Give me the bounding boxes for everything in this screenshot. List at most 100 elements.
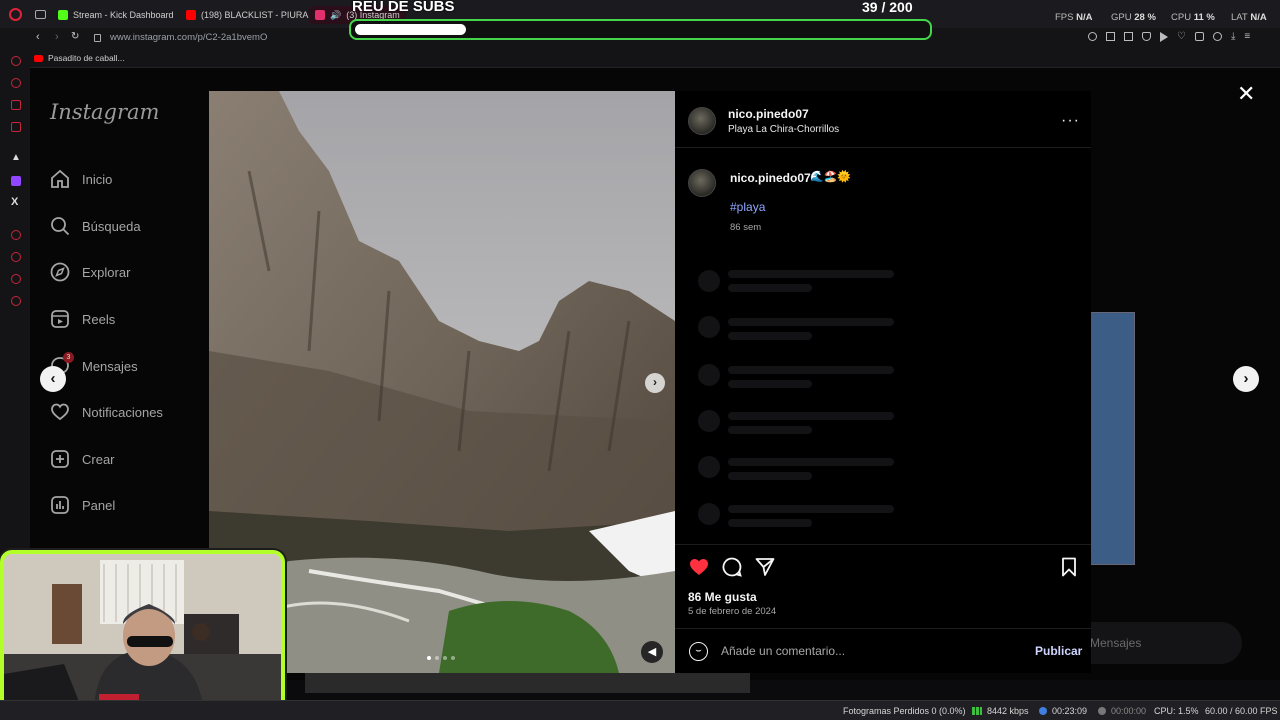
carousel-indicator [427, 656, 455, 660]
forward-icon[interactable]: › [55, 31, 59, 43]
snapshot-icon[interactable] [1124, 32, 1133, 41]
history-icon[interactable] [11, 252, 21, 262]
profile-icon[interactable] [1212, 32, 1222, 41]
mail-sidebar-icon[interactable] [11, 122, 21, 132]
cpu-value: 11 % [1193, 12, 1215, 23]
lat-stat: LAT N/A [1231, 12, 1267, 23]
background-media-strip [305, 673, 750, 693]
close-modal-icon[interactable]: ✕ [1237, 83, 1255, 105]
fps-value: N/A [1076, 12, 1093, 23]
messages-badge: 3 [63, 352, 74, 363]
bookmark-item[interactable]: Pasadito de caball... [34, 53, 125, 63]
post-location[interactable]: Playa La Chira-Chorrillos [728, 124, 839, 135]
publish-button[interactable]: Publicar [1035, 644, 1082, 658]
back-icon[interactable]: ‹ [36, 31, 40, 43]
x-icon[interactable]: X [11, 196, 18, 208]
next-post-button[interactable]: › [1233, 366, 1259, 392]
plus-square-icon [51, 450, 69, 468]
emoji-picker-icon[interactable]: ⌣ [689, 642, 708, 661]
nav-item-busqueda[interactable]: Búsqueda [50, 213, 141, 239]
opera-logo-icon[interactable] [9, 8, 22, 21]
tab-kick-dashboard[interactable]: Stream - Kick Dashboard [58, 6, 174, 24]
speed-dial-icon[interactable] [11, 56, 21, 66]
youtube-icon [34, 54, 43, 62]
player-icon[interactable] [11, 230, 21, 240]
tab-youtube-blacklist[interactable]: (198) BLACKLIST - PIURA [186, 6, 308, 24]
post-username[interactable]: nico.pinedo07 [728, 107, 809, 121]
heart-outline-icon[interactable]: ♡ [1177, 32, 1186, 42]
sub-goal-title: REU DE SUBS [352, 0, 455, 15]
like-count[interactable]: 86 Me gusta [688, 590, 757, 604]
nav-label: Panel [82, 497, 116, 513]
post-age: 86 sem [730, 222, 762, 233]
volume-icon[interactable]: ◀ [641, 641, 663, 663]
obs-status-bar: Fotogramas Perdidos 0 (0.0%) 8442 kbps 0… [0, 700, 1280, 720]
hashtag-link[interactable]: #playa [730, 200, 765, 214]
record-status-icon [1098, 707, 1106, 715]
nav-item-inicio[interactable]: Inicio [50, 166, 112, 192]
webcam-overlay [0, 550, 285, 718]
gpu-value: 28 % [1134, 12, 1156, 23]
nav-item-explorar[interactable]: Explorar [50, 259, 130, 285]
pinboard-icon[interactable] [11, 274, 21, 284]
sub-goal-progress-bar [349, 19, 932, 40]
nav-label: Inicio [82, 171, 113, 187]
reels-icon [51, 310, 69, 328]
messenger-sidebar-icon[interactable] [11, 100, 21, 110]
url-field[interactable]: www.instagram.com/p/C2-2a1bvemO [110, 32, 267, 43]
aria-icon[interactable]: ▲ [11, 152, 21, 163]
pin-icon[interactable] [1106, 32, 1115, 41]
reload-icon[interactable]: ↻ [71, 31, 79, 42]
avatar[interactable] [688, 169, 716, 197]
nav-label: Crear [82, 451, 115, 467]
dashboard-icon [51, 496, 69, 514]
avatar[interactable] [688, 107, 716, 135]
cpu-stat: CPU 11 % [1171, 12, 1215, 23]
speaker-icon[interactable]: 🔊 [330, 10, 341, 21]
obs-fps: 60.00 / 60.00 FPS [1205, 706, 1278, 716]
bag-icon[interactable] [11, 78, 21, 88]
lat-label: LAT [1231, 12, 1248, 23]
stream-time: 00:23:09 [1052, 706, 1088, 716]
play-icon[interactable] [1160, 32, 1168, 42]
comment-input[interactable]: Añade un comentario... [721, 644, 845, 658]
nav-item-panel[interactable]: Panel [50, 492, 115, 518]
extensions-icon[interactable] [1194, 32, 1204, 41]
more-options-icon[interactable]: ··· [1061, 113, 1080, 129]
like-heart-icon[interactable] [688, 556, 710, 578]
nav-item-notificaciones[interactable]: Notificaciones [50, 399, 163, 425]
signal-icon [972, 707, 982, 715]
save-bookmark-icon[interactable] [1058, 556, 1080, 578]
bookmark-label: Pasadito de caball... [48, 53, 125, 63]
settings-icon[interactable] [11, 296, 21, 306]
nav-item-reels[interactable]: Reels [50, 306, 115, 332]
webcam-feed [4, 554, 281, 714]
background-messages-button: Mensajes [1070, 622, 1242, 664]
tab-list-icon[interactable] [35, 10, 46, 19]
divider [675, 544, 1091, 545]
download-icon[interactable]: ⤓ [1231, 32, 1235, 42]
shield-icon[interactable] [1142, 32, 1151, 41]
lat-value: N/A [1250, 12, 1267, 23]
youtube-icon [186, 10, 196, 20]
caption-username[interactable]: nico.pinedo07 [730, 171, 811, 185]
fps-label: FPS [1055, 12, 1074, 23]
menu-icon[interactable]: ≡ [1244, 32, 1250, 42]
zoom-icon[interactable] [1088, 32, 1097, 41]
share-icon[interactable] [754, 556, 776, 578]
twitch-icon[interactable] [11, 176, 21, 186]
divider [675, 628, 1091, 629]
lock-icon [94, 34, 101, 42]
nav-item-crear[interactable]: Crear [50, 446, 115, 472]
fps-stat: FPS N/A [1055, 12, 1093, 23]
instagram-logo[interactable]: Instagram [50, 100, 159, 124]
previous-post-button[interactable]: ‹ [40, 366, 66, 392]
nav-label: Explorar [82, 264, 131, 280]
bitrate: 8442 kbps [987, 706, 1029, 716]
obs-cpu: CPU: 1.5% [1154, 706, 1199, 716]
next-media-button[interactable]: › [645, 373, 665, 393]
background-messages-label: Mensajes [1090, 636, 1142, 650]
cpu-label: CPU [1171, 12, 1192, 23]
tab-label: (198) BLACKLIST - PIURA [201, 10, 309, 20]
comment-icon[interactable] [721, 556, 743, 578]
